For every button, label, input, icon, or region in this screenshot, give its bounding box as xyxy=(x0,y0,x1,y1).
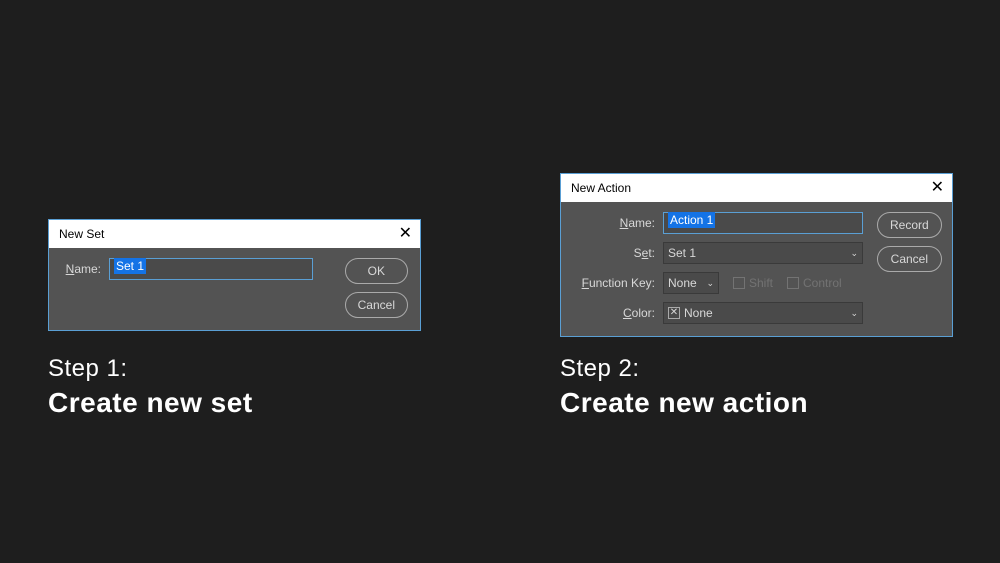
dialog-body: Name: Action 1 Set: Set 1 ⌄ Function Key… xyxy=(561,202,952,336)
step-title: Create new action xyxy=(560,387,808,419)
name-input[interactable]: Set 1 xyxy=(109,258,313,280)
step-title: Create new set xyxy=(48,387,253,419)
chevron-down-icon: ⌄ xyxy=(850,308,858,319)
dialog-body: Name: Set 1 OK Cancel xyxy=(49,248,420,330)
control-checkbox[interactable] xyxy=(787,277,799,289)
titlebar: New Action ✕ xyxy=(561,174,952,202)
name-value: Set 1 xyxy=(114,258,146,274)
color-value-wrap: ✕ None xyxy=(668,306,713,320)
step-2-caption: Step 2: Create new action xyxy=(560,355,808,419)
name-row: Name: Set 1 xyxy=(61,258,331,280)
set-label: Set: xyxy=(573,246,663,260)
step-1-caption: Step 1: Create new set xyxy=(48,355,253,419)
close-icon[interactable]: ✕ xyxy=(931,180,944,196)
color-value: None xyxy=(684,306,713,320)
step-number: Step 1: xyxy=(48,355,253,383)
form-area: Name: Action 1 Set: Set 1 ⌄ Function Key… xyxy=(573,212,863,324)
dialog-title: New Set xyxy=(59,227,104,241)
name-row: Name: Action 1 xyxy=(573,212,863,234)
none-swatch-icon: ✕ xyxy=(668,307,680,319)
record-button[interactable]: Record xyxy=(877,212,942,238)
shift-label: Shift xyxy=(749,276,773,290)
color-label: Color: xyxy=(573,306,663,320)
cancel-button[interactable]: Cancel xyxy=(877,246,942,272)
set-row: Set: Set 1 ⌄ xyxy=(573,242,863,264)
step-number: Step 2: xyxy=(560,355,808,383)
control-label: Control xyxy=(803,276,842,290)
shift-checkbox[interactable] xyxy=(733,277,745,289)
dialog-title: New Action xyxy=(571,181,631,195)
color-select[interactable]: ✕ None ⌄ xyxy=(663,302,863,324)
cancel-button[interactable]: Cancel xyxy=(345,292,408,318)
new-set-dialog: New Set ✕ Name: Set 1 OK Cancel xyxy=(48,219,421,331)
function-key-value: None xyxy=(668,276,697,290)
new-action-dialog: New Action ✕ Name: Action 1 Set: Set 1 ⌄ xyxy=(560,173,953,337)
button-column: Record Cancel xyxy=(877,212,942,324)
function-key-label: Function Key: xyxy=(573,276,663,290)
set-value: Set 1 xyxy=(668,246,696,260)
name-label: Name: xyxy=(573,216,663,230)
ok-button[interactable]: OK xyxy=(345,258,408,284)
color-row: Color: ✕ None ⌄ xyxy=(573,302,863,324)
name-value: Action 1 xyxy=(668,212,715,228)
close-icon[interactable]: ✕ xyxy=(399,226,412,242)
chevron-down-icon: ⌄ xyxy=(850,248,858,259)
name-input[interactable]: Action 1 xyxy=(663,212,863,234)
form-area: Name: Set 1 xyxy=(61,258,331,318)
titlebar: New Set ✕ xyxy=(49,220,420,248)
set-select[interactable]: Set 1 ⌄ xyxy=(663,242,863,264)
function-key-select[interactable]: None ⌄ xyxy=(663,272,719,294)
name-label: Name: xyxy=(61,262,109,276)
function-key-row: Function Key: None ⌄ Shift Control xyxy=(573,272,863,294)
chevron-down-icon: ⌄ xyxy=(706,278,714,289)
button-column: OK Cancel xyxy=(345,258,408,318)
